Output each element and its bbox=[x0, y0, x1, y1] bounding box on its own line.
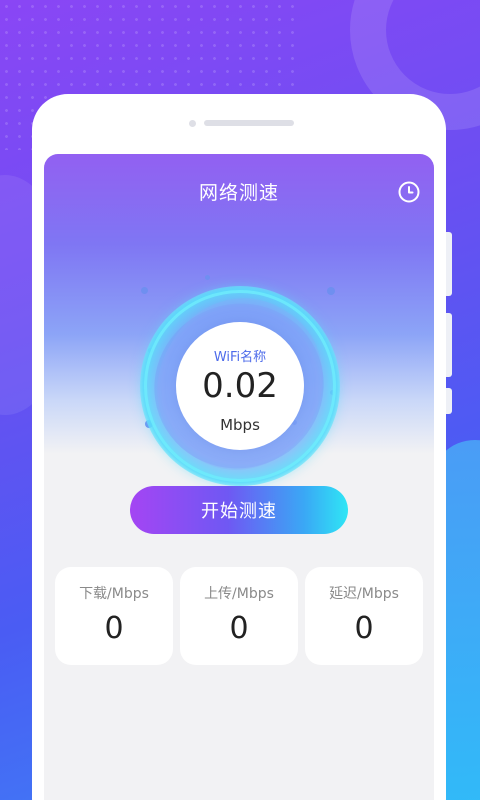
speed-gauge: WiFi名称 0.02 Mbps bbox=[127, 269, 353, 499]
download-label: 下载/Mbps bbox=[79, 586, 149, 602]
phone-speaker bbox=[204, 120, 294, 126]
promo-screen: 网络测速 WiFi名称 0.02 Mbps 开始测速 下载/Mbps 0 上传/… bbox=[0, 0, 480, 800]
page-title: 网络测速 bbox=[198, 182, 279, 204]
upload-value: 0 bbox=[229, 611, 249, 646]
speed-unit: Mbps bbox=[220, 416, 260, 434]
app-screen: 网络测速 WiFi名称 0.02 Mbps 开始测速 下载/Mbps 0 上传/… bbox=[44, 154, 434, 800]
wifi-name-label: WiFi名称 bbox=[213, 350, 267, 365]
latency-stat-card: 延迟/Mbps 0 bbox=[305, 567, 423, 665]
phone-side-button-3 bbox=[446, 388, 452, 414]
phone-camera bbox=[189, 120, 196, 127]
download-stat-card: 下载/Mbps 0 bbox=[55, 567, 173, 665]
start-speed-test-button[interactable]: 开始测速 bbox=[130, 486, 348, 534]
upload-stat-card: 上传/Mbps 0 bbox=[180, 567, 298, 665]
speed-value: 0.02 bbox=[202, 366, 278, 406]
latency-value: 0 bbox=[354, 611, 374, 646]
history-clock-icon[interactable] bbox=[398, 181, 420, 203]
latency-label: 延迟/Mbps bbox=[329, 586, 399, 602]
upload-label: 上传/Mbps bbox=[204, 586, 274, 602]
phone-side-button-2 bbox=[446, 313, 452, 377]
gauge-center: WiFi名称 0.02 Mbps bbox=[176, 322, 304, 450]
download-value: 0 bbox=[104, 611, 124, 646]
particle-dot bbox=[205, 275, 210, 280]
phone-side-button-1 bbox=[446, 232, 452, 296]
